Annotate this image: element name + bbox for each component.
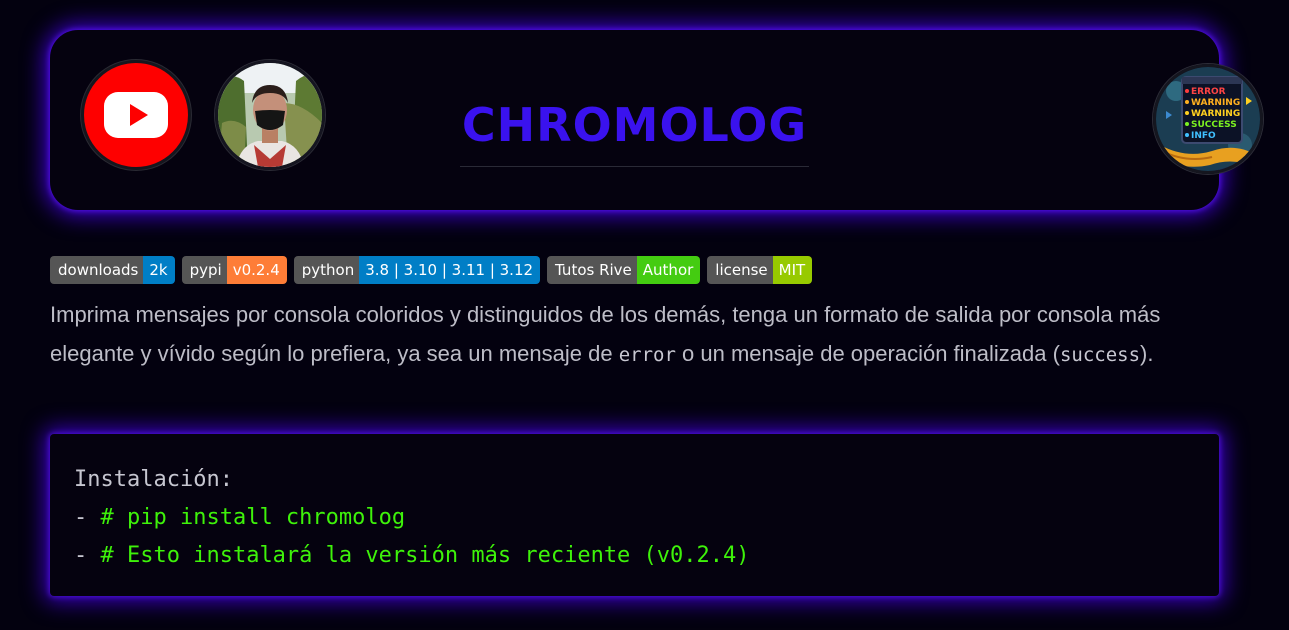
author-avatar[interactable] xyxy=(215,60,325,170)
title-divider xyxy=(460,166,809,167)
badge-pypi-value: v0.2.4 xyxy=(226,256,287,284)
page-title: CHROMOLOG xyxy=(461,98,808,152)
logo-line-info: INFO xyxy=(1191,131,1216,141)
badge-downloads[interactable]: downloads 2k xyxy=(50,256,175,284)
badge-downloads-value: 2k xyxy=(143,256,175,284)
badge-author-value: Author xyxy=(636,256,701,284)
description-text-2: o un mensaje de operación finalizada ( xyxy=(675,340,1060,366)
badge-author-label: Tutos Rive xyxy=(547,256,637,284)
badge-downloads-label: downloads xyxy=(50,256,144,284)
youtube-play-icon xyxy=(104,92,168,138)
inline-code-success: success xyxy=(1059,343,1141,366)
badge-author[interactable]: Tutos Rive Author xyxy=(547,256,701,284)
badge-python[interactable]: python 3.8 | 3.10 | 3.11 | 3.12 xyxy=(293,256,541,284)
install-line-dash: - xyxy=(74,505,101,530)
description-text-3: ). xyxy=(1140,340,1154,366)
badge-python-label: python xyxy=(293,256,360,284)
badge-pypi[interactable]: pypi v0.2.4 xyxy=(181,256,287,284)
install-line-dash: - xyxy=(74,543,101,568)
badge-license-value: MIT xyxy=(772,256,813,284)
badge-pypi-label: pypi xyxy=(181,256,227,284)
install-heading: Instalación: xyxy=(74,467,233,492)
badge-license-label: license xyxy=(707,256,773,284)
install-command-comment: # pip install chromolog xyxy=(100,505,406,530)
badge-python-value: 3.8 | 3.10 | 3.11 | 3.12 xyxy=(359,256,541,284)
youtube-link[interactable] xyxy=(81,60,191,170)
logo-line-success: SUCCESS xyxy=(1191,120,1237,130)
install-code-block[interactable]: Instalación: - # pip install chromolog -… xyxy=(50,434,1219,596)
project-description: Imprima mensajes por consola coloridos y… xyxy=(50,296,1240,374)
install-line: - # Esto instalará la versión más recien… xyxy=(74,537,1195,575)
header-card: CHROMOLOG ERROR WARNING WARNING SUCCESS … xyxy=(50,30,1263,210)
logo-line-error: ERROR xyxy=(1191,87,1226,97)
logo-line-warning-2: WARNING xyxy=(1191,109,1240,119)
install-line: - # pip install chromolog xyxy=(74,499,1195,537)
project-logo[interactable]: ERROR WARNING WARNING SUCCESS INFO xyxy=(1153,64,1263,174)
install-version-comment: # Esto instalará la versión más reciente… xyxy=(100,543,750,568)
badge-license[interactable]: license MIT xyxy=(707,256,813,284)
chromolog-logo: ERROR WARNING WARNING SUCCESS INFO xyxy=(1156,67,1260,171)
author-photo xyxy=(218,63,322,167)
logo-line-warning-1: WARNING xyxy=(1191,98,1240,108)
badge-row: downloads 2k pypi v0.2.4 python 3.8 | 3.… xyxy=(50,256,813,284)
inline-code-error: error xyxy=(618,343,676,366)
